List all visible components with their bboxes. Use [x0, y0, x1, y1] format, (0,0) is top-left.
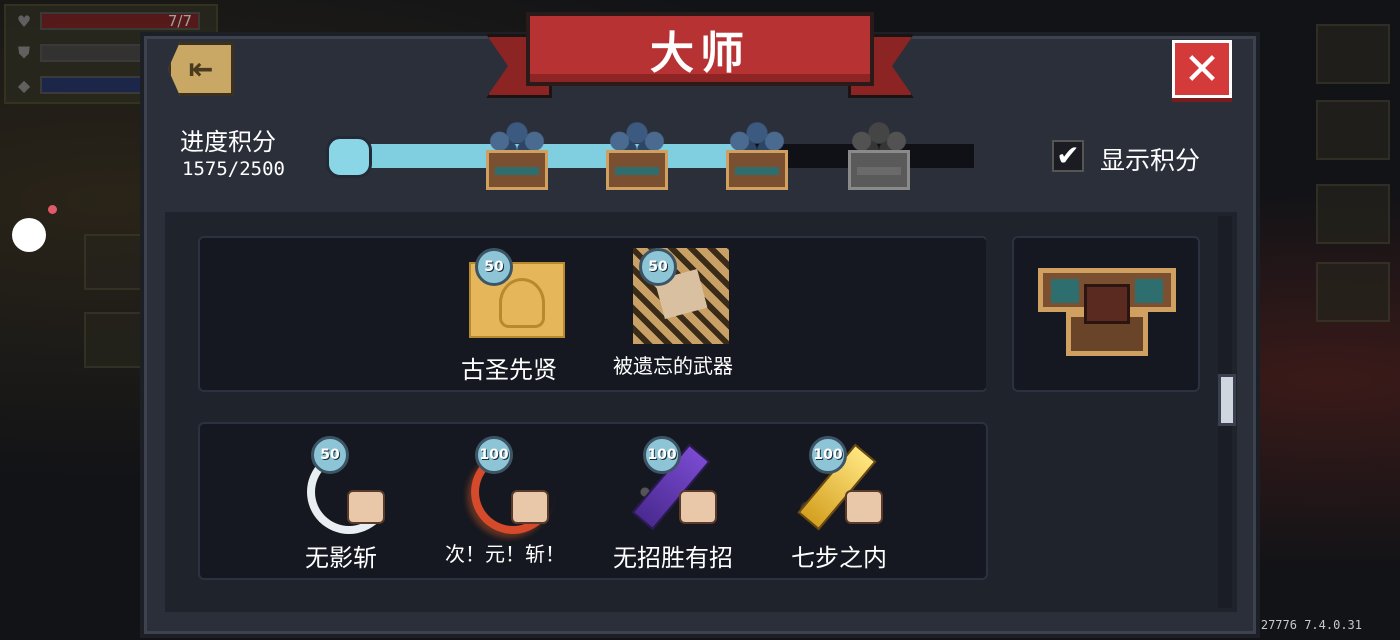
points-badge: 50 [639, 248, 677, 286]
scrollbar-thumb[interactable] [1218, 374, 1236, 426]
skill-button[interactable] [84, 312, 144, 368]
points-badge: 100 [809, 436, 847, 474]
milestone-chest-4[interactable] [846, 116, 912, 192]
achievement-item[interactable]: 100 七步之内 [764, 436, 914, 573]
reward-row-1 [198, 236, 988, 392]
page-title: 大师 [526, 12, 874, 86]
achievement-item[interactable]: 100 无招胜有招 [598, 436, 748, 573]
milestone-chest-1[interactable] [484, 116, 550, 192]
shop-button[interactable] [1316, 100, 1390, 160]
achievement-name: 无影斩 [305, 544, 377, 572]
hp-row: ♥ 7/7 [14, 10, 200, 32]
close-icon: ✕ [1183, 43, 1221, 95]
hand-icon [845, 490, 883, 524]
points-badge: 50 [475, 248, 513, 286]
hand-icon [347, 490, 385, 524]
shield-icon: ⛊ [17, 43, 30, 62]
back-button[interactable]: ⇤ [168, 42, 234, 96]
diamond-icon: ◆ [17, 75, 31, 95]
hp-bar: 7/7 [40, 12, 200, 30]
achievement-item[interactable]: 50 被遗忘的武器 [598, 248, 748, 379]
exit-icon: ⇤ [188, 51, 214, 87]
milestone-chest-2[interactable] [604, 116, 670, 192]
hand-icon [679, 490, 717, 524]
heart-icon: ♥ [16, 11, 32, 31]
points-badge: 100 [643, 436, 681, 474]
achievement-name: 次！元！斩！ [445, 542, 565, 566]
pause-button[interactable] [1316, 24, 1390, 84]
achievement-name: 七步之内 [791, 544, 887, 572]
progress-label: 进度积分 [180, 128, 276, 156]
show-points-checkbox[interactable]: ✔ [1052, 140, 1084, 172]
joystick-dot[interactable] [12, 218, 46, 252]
progress-value: 1575/2500 [182, 158, 285, 180]
achievement-item[interactable]: 50 古圣先贤 [434, 248, 584, 385]
title-banner: 大师 [486, 12, 914, 104]
achievement-name: 古圣先贤 [461, 356, 557, 384]
show-points-label[interactable]: 显示积分 [1100, 141, 1200, 177]
points-badge: 100 [475, 436, 513, 474]
achievement-item[interactable]: 50 无影斩 [266, 436, 416, 573]
points-badge: 50 [311, 436, 349, 474]
milestone-chest-3[interactable] [724, 116, 790, 192]
close-button[interactable]: ✕ [1172, 40, 1232, 98]
profile-button[interactable] [1316, 184, 1390, 244]
achievement-name: 无招胜有招 [613, 544, 733, 572]
progress-knob [326, 136, 372, 178]
map-button[interactable] [84, 234, 144, 290]
achievement-item[interactable]: 100 次！元！斩！ [430, 436, 580, 567]
hand-icon [511, 490, 549, 524]
chat-button[interactable] [1316, 262, 1390, 322]
notification-dot [48, 205, 57, 214]
achievement-name: 被遗忘的武器 [613, 354, 733, 378]
treasure-chest-icon[interactable] [1038, 268, 1176, 358]
